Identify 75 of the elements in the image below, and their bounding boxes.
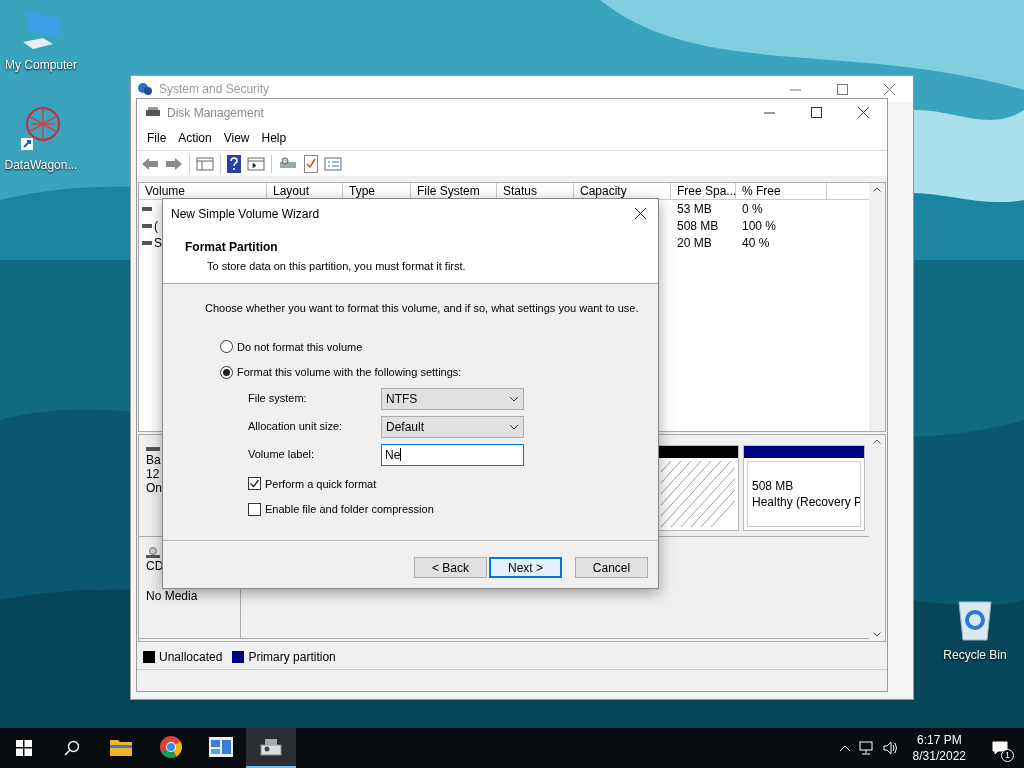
menu-item[interactable]: File (141, 129, 173, 147)
control-panel-icon (209, 737, 233, 757)
window-title: System and Security (159, 81, 271, 98)
partition-size: 508 MB (752, 478, 795, 494)
radio-button[interactable] (220, 365, 233, 379)
window-title: Disk Management (167, 104, 265, 122)
table-cell-text: 40 % (741, 234, 771, 252)
checkbox-label[interactable]: Enable file and folder compression (265, 501, 434, 518)
panel-icon[interactable] (247, 155, 265, 172)
table-cell-text: 0 % (741, 200, 764, 218)
disk-label: On (146, 481, 163, 495)
dropdown[interactable]: NTFS (381, 387, 524, 410)
scrollbar[interactable] (869, 183, 885, 431)
disc-icon (146, 547, 160, 559)
menu-item[interactable]: Help (255, 129, 293, 147)
search-icon (64, 740, 80, 756)
disk-label: No Media (146, 589, 199, 603)
page-heading: Format Partition (185, 239, 279, 256)
chevron-down-icon (509, 423, 519, 430)
field-label: File system: (248, 391, 308, 407)
table-cell-text: 100 % (741, 217, 778, 235)
browser-icon (160, 736, 182, 758)
unallocated-partition[interactable] (657, 445, 739, 531)
column-header[interactable]: % Free (736, 183, 827, 199)
network-graph-icon (19, 104, 63, 152)
panel-icon[interactable] (196, 155, 214, 172)
page-subheading: To store data on this partition, you must format it first. (207, 259, 467, 274)
radio-label[interactable]: Do not format this volume (237, 338, 363, 355)
legend-label: Primary partition (248, 649, 336, 666)
volume-icon[interactable] (882, 741, 899, 755)
legend-label: Unallocated (159, 649, 223, 666)
radio-button[interactable] (220, 340, 233, 354)
dialog-button[interactable]: Next > (489, 557, 562, 578)
disk-label: Ba (146, 453, 162, 467)
table-cell-text: 53 MB (676, 200, 713, 218)
dialog-button[interactable]: < Back (414, 557, 487, 578)
dialog-button[interactable]: Cancel (575, 557, 648, 578)
prompt-text: Choose whether you want to format this volume, and if so, what settings you want to use. (205, 301, 640, 316)
chevron-down-icon (509, 395, 519, 402)
windows-logo-icon (16, 740, 32, 756)
table-cell-text: ( (154, 217, 158, 235)
chevron-down-icon[interactable] (873, 632, 881, 637)
dialog-title: New Simple Volume Wizard (171, 205, 321, 223)
table-cell-text: S (154, 234, 162, 252)
chevron-up-icon[interactable] (873, 439, 881, 444)
menu-item[interactable]: View (217, 129, 256, 147)
taskbar-app[interactable] (246, 728, 296, 768)
checkbox[interactable] (248, 502, 261, 516)
field-label: Allocation unit size: (248, 419, 344, 435)
close-icon[interactable] (635, 208, 646, 219)
checklist-icon[interactable] (304, 154, 318, 173)
field-label: Volume label: (248, 447, 316, 463)
table-cell-text: 20 MB (676, 234, 713, 252)
notification-count: 1 (1001, 749, 1014, 762)
disk-label: 12 (146, 467, 161, 481)
network-icon[interactable] (858, 741, 875, 755)
desktop-icon-label[interactable]: Recycle Bin (943, 646, 1007, 664)
table-cell-text: 508 MB (676, 217, 720, 235)
help-icon[interactable] (227, 154, 241, 173)
close-icon[interactable] (858, 107, 869, 118)
folder-icon (110, 738, 132, 756)
back-arrow-icon[interactable] (141, 155, 159, 172)
maximize-icon[interactable] (811, 107, 822, 118)
menu-item[interactable]: Action (172, 129, 218, 147)
dropdown[interactable]: Default (381, 415, 524, 438)
radio-label[interactable]: Format this volume with the following settings: (237, 364, 462, 381)
column-header[interactable]: Free Spa... (671, 183, 736, 199)
checkbox[interactable] (248, 477, 261, 491)
forward-arrow-icon[interactable] (165, 155, 183, 172)
clock[interactable]: 6:17 PM 8/31/2022 (912, 732, 966, 764)
recycle-bin-icon (955, 598, 995, 642)
checkbox-label[interactable]: Perform a quick format (265, 475, 377, 492)
drive-icon (260, 738, 282, 756)
chevron-up-icon[interactable] (873, 187, 881, 192)
input-field[interactable]: Ne (381, 443, 524, 466)
